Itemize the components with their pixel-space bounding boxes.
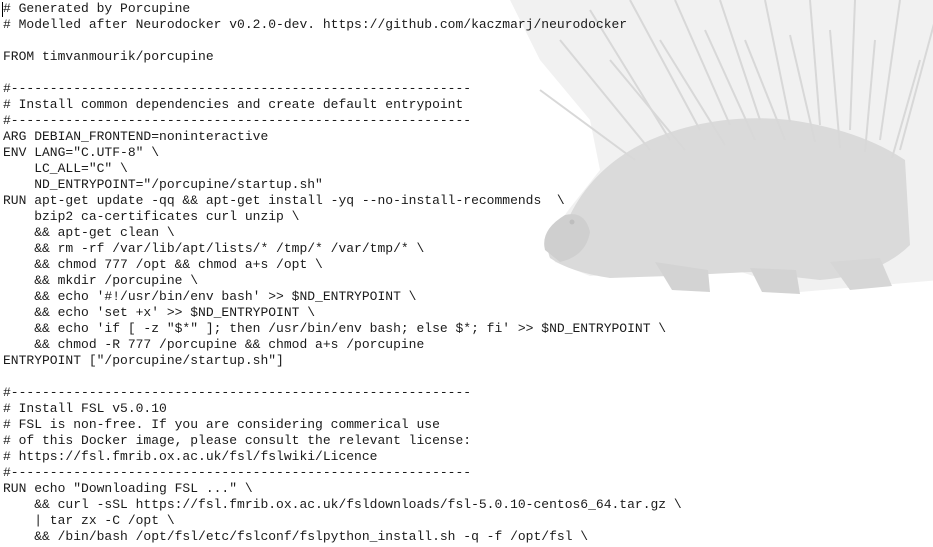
dockerfile-viewer[interactable]: # Generated by Porcupine # Modelled after… bbox=[0, 0, 933, 547]
code-line: #---------------------------------------… bbox=[3, 113, 472, 128]
code-line: && chmod -R 777 /porcupine && chmod a+s … bbox=[3, 337, 425, 352]
code-line: RUN apt-get update -qq && apt-get instal… bbox=[3, 193, 565, 208]
code-line: ENTRYPOINT ["/porcupine/startup.sh"] bbox=[3, 353, 284, 368]
code-line: # Install FSL v5.0.10 bbox=[3, 401, 167, 416]
code-line: # https://fsl.fmrib.ox.ac.uk/fsl/fslwiki… bbox=[3, 449, 378, 464]
code-line: #---------------------------------------… bbox=[3, 385, 472, 400]
dockerfile-code[interactable]: # Generated by Porcupine # Modelled after… bbox=[3, 1, 682, 545]
code-line: # Modelled after Neurodocker v0.2.0-dev.… bbox=[3, 17, 628, 32]
code-line: && chmod 777 /opt && chmod a+s /opt \ bbox=[3, 257, 323, 272]
code-line: && mkdir /porcupine \ bbox=[3, 273, 199, 288]
code-line: && /bin/bash /opt/fsl/etc/fslconf/fslpyt… bbox=[3, 529, 589, 544]
code-line: # of this Docker image, please consult t… bbox=[3, 433, 472, 448]
code-line: FROM timvanmourik/porcupine bbox=[3, 49, 214, 64]
code-line: LC_ALL="C" \ bbox=[3, 161, 128, 176]
code-line: | tar zx -C /opt \ bbox=[3, 513, 175, 528]
code-line: && echo 'set +x' >> $ND_ENTRYPOINT \ bbox=[3, 305, 316, 320]
code-line: bzip2 ca-certificates curl unzip \ bbox=[3, 209, 300, 224]
code-line: && apt-get clean \ bbox=[3, 225, 175, 240]
code-line: ENV LANG="C.UTF-8" \ bbox=[3, 145, 160, 160]
code-line: # FSL is non-free. If you are considerin… bbox=[3, 417, 440, 432]
code-line: && echo 'if [ -z "$*" ]; then /usr/bin/e… bbox=[3, 321, 667, 336]
code-line: && echo '#!/usr/bin/env bash' >> $ND_ENT… bbox=[3, 289, 417, 304]
code-line: ARG DEBIAN_FRONTEND=noninteractive bbox=[3, 129, 269, 144]
code-line: #---------------------------------------… bbox=[3, 465, 472, 480]
code-line: #---------------------------------------… bbox=[3, 81, 472, 96]
code-line: && rm -rf /var/lib/apt/lists/* /tmp/* /v… bbox=[3, 241, 425, 256]
code-line: # Install common dependencies and create… bbox=[3, 97, 464, 112]
code-line: RUN echo "Downloading FSL ..." \ bbox=[3, 481, 253, 496]
code-line: ND_ENTRYPOINT="/porcupine/startup.sh" bbox=[3, 177, 323, 192]
text-cursor bbox=[2, 2, 3, 17]
code-line: # Generated by Porcupine bbox=[3, 1, 191, 16]
code-line: && curl -sSL https://fsl.fmrib.ox.ac.uk/… bbox=[3, 497, 682, 512]
